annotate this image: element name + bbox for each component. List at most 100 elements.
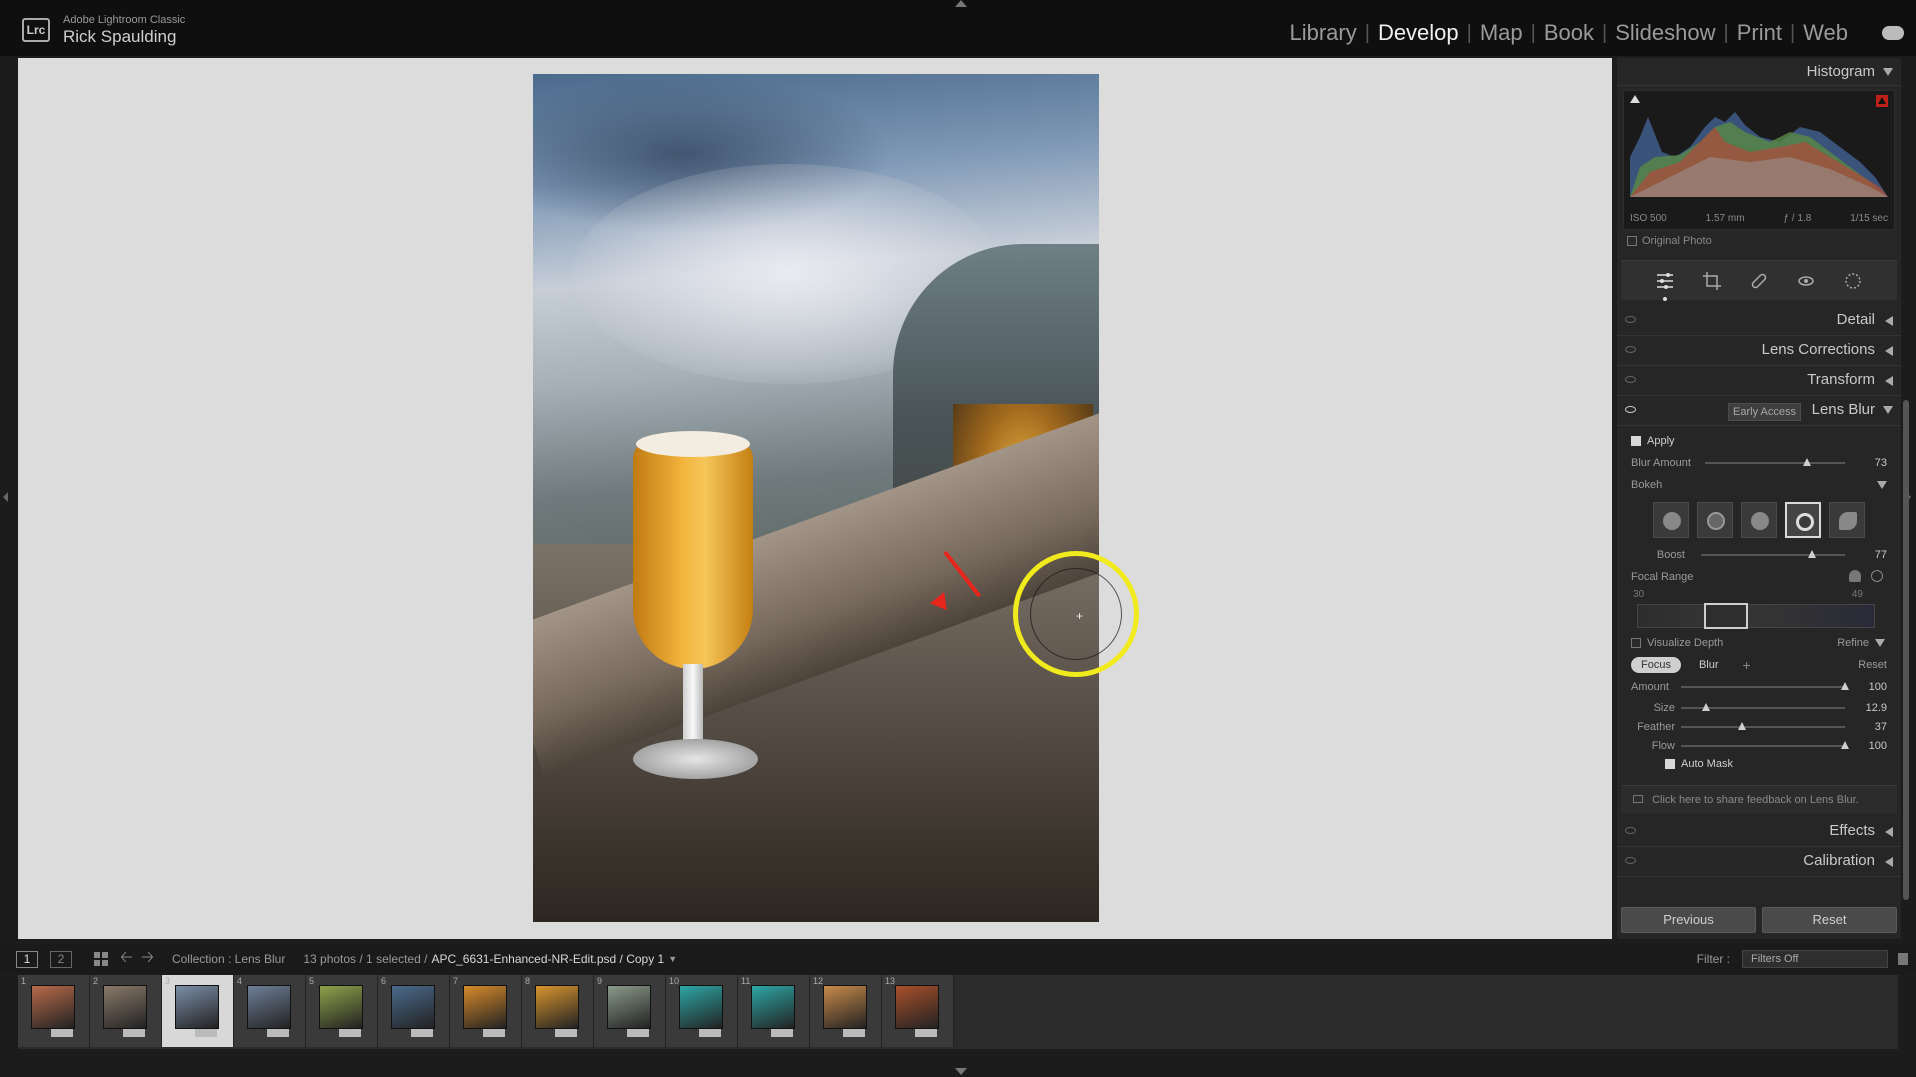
visibility-eye-icon[interactable] — [1625, 346, 1636, 353]
module-library[interactable]: Library — [1281, 20, 1364, 46]
amount-value[interactable]: 100 — [1855, 681, 1887, 693]
filmstrip-thumbnail[interactable]: 6 — [378, 975, 450, 1047]
visualize-depth-checkbox[interactable] — [1631, 638, 1641, 648]
module-slideshow[interactable]: Slideshow — [1607, 20, 1723, 46]
boost-slider[interactable] — [1701, 550, 1845, 560]
module-develop[interactable]: Develop — [1370, 20, 1467, 46]
lens-blur-panel-header[interactable]: Early Access Lens Blur — [1617, 396, 1901, 426]
blur-chip[interactable]: Blur — [1689, 657, 1729, 673]
red-eye-icon[interactable] — [1796, 271, 1816, 291]
forward-arrow-icon[interactable]: 🡢 — [141, 946, 154, 973]
filmstrip-thumbnail[interactable]: 9 — [594, 975, 666, 1047]
filename-dropdown-icon[interactable]: ▼ — [668, 954, 677, 964]
filmstrip-thumbnail[interactable]: 10 — [666, 975, 738, 1047]
histogram[interactable]: ISO 500 1.57 mm ƒ / 1.8 1/15 sec — [1623, 90, 1895, 230]
boost-value[interactable]: 77 — [1855, 549, 1887, 561]
visibility-eye-icon[interactable] — [1625, 316, 1636, 323]
original-photo-checkbox[interactable] — [1627, 236, 1637, 246]
expand-icon[interactable] — [1885, 316, 1893, 326]
refine-collapse-icon[interactable] — [1875, 639, 1885, 647]
primary-display-button[interactable]: 1 — [16, 950, 38, 968]
amount-slider[interactable] — [1681, 682, 1849, 692]
filmstrip-thumbnail[interactable]: 3 — [162, 975, 234, 1047]
right-panel-scrollbar[interactable] — [1903, 400, 1909, 900]
filmstrip-thumbnail[interactable]: 12 — [810, 975, 882, 1047]
expand-icon[interactable] — [1885, 827, 1893, 837]
collapse-icon[interactable] — [1883, 406, 1893, 414]
detail-panel-header[interactable]: Detail — [1617, 306, 1901, 336]
bokeh-collapse-icon[interactable] — [1877, 481, 1887, 489]
module-web[interactable]: Web — [1795, 20, 1856, 46]
expand-icon[interactable] — [1885, 346, 1893, 356]
module-print[interactable]: Print — [1729, 20, 1790, 46]
subject-select-icon[interactable] — [1849, 570, 1861, 582]
point-select-icon[interactable] — [1871, 570, 1883, 582]
previous-button[interactable]: Previous — [1621, 907, 1756, 933]
bokeh-ring-option[interactable] — [1785, 502, 1821, 538]
filmstrip-thumbnail[interactable]: 5 — [306, 975, 378, 1047]
blur-amount-slider[interactable] — [1705, 458, 1845, 468]
size-slider[interactable] — [1681, 702, 1845, 713]
filmstrip-thumbnail[interactable]: 1 — [18, 975, 90, 1047]
histogram-header[interactable]: Histogram — [1617, 58, 1901, 86]
feather-slider[interactable] — [1681, 721, 1845, 732]
visibility-eye-icon[interactable] — [1625, 406, 1636, 413]
filter-dropdown[interactable]: Filters Off — [1742, 950, 1888, 968]
transform-panel-header[interactable]: Transform — [1617, 366, 1901, 396]
refine-label[interactable]: Refine — [1837, 637, 1869, 649]
left-panel-toggle-icon[interactable] — [3, 492, 8, 502]
bokeh-circle-option[interactable] — [1653, 502, 1689, 538]
apply-toggle[interactable]: Apply — [1631, 430, 1887, 452]
flow-value[interactable]: 100 — [1855, 740, 1887, 752]
focal-range-histogram[interactable] — [1637, 603, 1875, 629]
secondary-display-button[interactable]: 2 — [50, 950, 72, 968]
back-arrow-icon[interactable]: 🡠 — [120, 946, 133, 973]
focal-range-selector[interactable] — [1704, 603, 1748, 629]
effects-panel-header[interactable]: Effects — [1617, 817, 1901, 847]
image-canvas[interactable] — [18, 58, 1612, 939]
original-photo-toggle[interactable]: Original Photo — [1617, 230, 1901, 252]
collapse-bottom-arrow-icon[interactable] — [955, 1068, 967, 1075]
blur-amount-value[interactable]: 73 — [1855, 457, 1887, 469]
filmstrip-thumbnail[interactable]: 8 — [522, 975, 594, 1047]
flow-slider[interactable] — [1681, 740, 1849, 751]
collapse-top-arrow-icon[interactable] — [955, 0, 967, 7]
filmstrip-thumbnail[interactable]: 7 — [450, 975, 522, 1047]
auto-mask-checkbox[interactable] — [1665, 759, 1675, 769]
edit-sliders-icon[interactable] — [1655, 271, 1675, 301]
size-value[interactable]: 12.9 — [1855, 702, 1887, 714]
feedback-link[interactable]: Click here to share feedback on Lens Blu… — [1621, 785, 1897, 813]
filmstrip-thumbnail[interactable]: 11 — [738, 975, 810, 1047]
bokeh-cat-eye-option[interactable] — [1829, 502, 1865, 538]
bokeh-5-blade-option[interactable] — [1741, 502, 1777, 538]
feather-value[interactable]: 37 — [1855, 721, 1887, 733]
module-book[interactable]: Book — [1536, 20, 1602, 46]
apply-checkbox[interactable] — [1631, 436, 1641, 446]
visibility-eye-icon[interactable] — [1625, 376, 1636, 383]
cloud-sync-icon[interactable] — [1882, 26, 1904, 40]
module-map[interactable]: Map — [1472, 20, 1531, 46]
visibility-eye-icon[interactable] — [1625, 827, 1636, 834]
filmstrip-thumbnail[interactable]: 4 — [234, 975, 306, 1047]
reset-button[interactable]: Reset — [1762, 907, 1897, 933]
lens-corrections-panel-header[interactable]: Lens Corrections — [1617, 336, 1901, 366]
healing-icon[interactable] — [1749, 271, 1769, 291]
calibration-panel-header[interactable]: Calibration — [1617, 847, 1901, 877]
filter-lock-icon[interactable] — [1898, 953, 1908, 965]
expand-icon[interactable] — [1885, 376, 1893, 386]
collapse-icon[interactable] — [1883, 68, 1893, 76]
crop-icon[interactable] — [1702, 271, 1722, 291]
add-brush-icon[interactable]: + — [1743, 657, 1751, 673]
filmstrip-thumbnail[interactable]: 2 — [90, 975, 162, 1047]
masking-icon[interactable] — [1843, 271, 1863, 291]
visibility-eye-icon[interactable] — [1625, 857, 1636, 864]
focus-chip[interactable]: Focus — [1631, 657, 1681, 673]
photo-preview[interactable] — [533, 74, 1099, 922]
grid-view-icon[interactable] — [94, 952, 108, 966]
expand-icon[interactable] — [1885, 857, 1893, 867]
refine-reset-link[interactable]: Reset — [1858, 659, 1887, 671]
filmstrip-thumbnail[interactable]: 13 — [882, 975, 954, 1047]
bokeh-bubble-option[interactable] — [1697, 502, 1733, 538]
current-filename[interactable]: APC_6631-Enhanced-NR-Edit.psd / Copy 1 — [431, 952, 664, 966]
collection-source[interactable]: Collection : Lens Blur — [172, 952, 285, 966]
